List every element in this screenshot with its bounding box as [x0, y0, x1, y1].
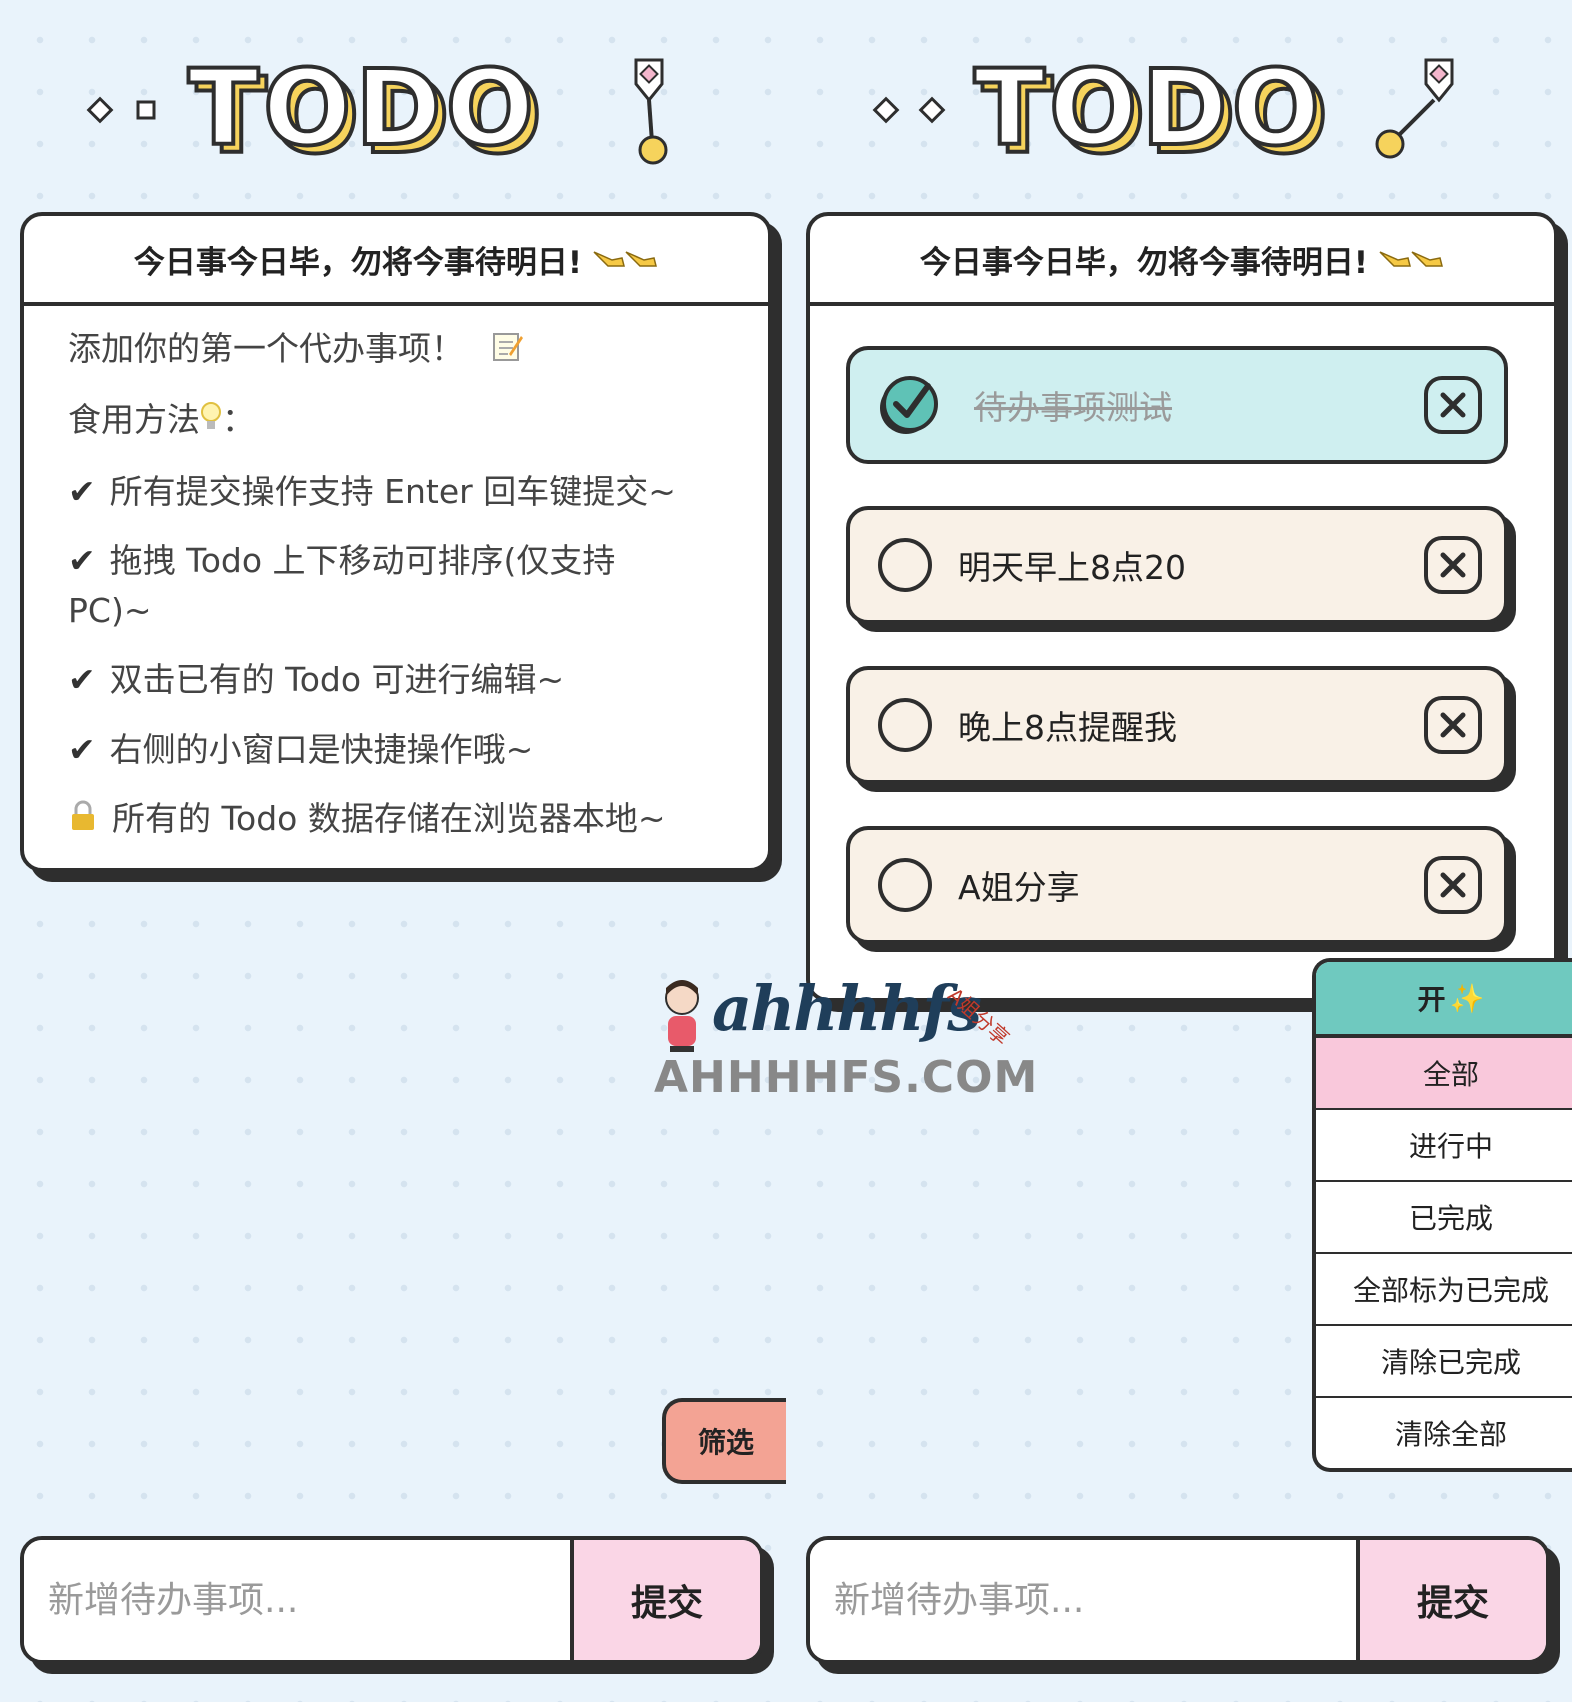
memo-icon: [491, 326, 523, 376]
menu-item-clear-all[interactable]: 清除全部: [1316, 1398, 1572, 1468]
todo-checkbox[interactable]: [878, 698, 932, 752]
delete-button[interactable]: [1424, 856, 1482, 914]
todo-item[interactable]: 待办事项测试: [846, 346, 1508, 464]
help-item: ✔ 双击已有的 Todo 可进行编辑~: [68, 655, 768, 705]
filter-button[interactable]: 筛选: [662, 1398, 786, 1484]
close-icon: [1440, 872, 1466, 898]
pin-icon: [1375, 58, 1454, 159]
todo-logo-left: TODO TODO: [80, 40, 700, 180]
help-card: 今日事今日毕，勿将今事待明日! 添加你的第一个代办事项！ 食用方法： ✔ 所有提交…: [20, 212, 772, 872]
help-text: 双击已有的 Todo 可进行编辑~: [109, 660, 565, 699]
watermark-site: AHHHHFS.COM: [654, 1052, 1039, 1103]
logo-text: TODO: [188, 47, 538, 169]
pointing-hand-icon: [1378, 246, 1444, 272]
menu-item-completed[interactable]: 已完成: [1316, 1182, 1572, 1254]
todo-text[interactable]: A姐分享: [958, 861, 1424, 909]
new-todo-input[interactable]: [24, 1540, 570, 1660]
delete-button[interactable]: [1424, 696, 1482, 754]
diamond-icon: [918, 96, 946, 124]
submit-button[interactable]: 提交: [1356, 1540, 1546, 1660]
help-list: 添加你的第一个代办事项！ 食用方法： ✔ 所有提交操作支持 Enter 回车键提交…: [24, 306, 768, 845]
help-text: 所有的 Todo 数据存储在浏览器本地~: [112, 799, 666, 838]
new-todo-form-left: 提交: [20, 1536, 764, 1664]
check-icon[interactable]: [874, 370, 948, 440]
menu-toggle[interactable]: 开 ✨: [1316, 962, 1572, 1038]
menu-item-all[interactable]: 全部: [1316, 1038, 1572, 1110]
help-usage: 食用方法：: [68, 395, 768, 446]
help-text: 添加你的第一个代办事项！: [68, 329, 464, 368]
todo-checkbox[interactable]: [878, 858, 932, 912]
help-text: 所有提交操作支持 Enter 回车键提交~: [109, 471, 676, 511]
watermark-script: ahhhhfs: [712, 972, 982, 1045]
pin-icon: [634, 58, 668, 165]
quick-action-menu: 开 ✨ 全部 进行中 已完成 全部标为已完成 清除已完成 清除全部: [1312, 958, 1572, 1472]
help-item: ✔ 所有提交操作支持 Enter 回车键提交~: [68, 467, 768, 517]
delete-button[interactable]: [1424, 536, 1482, 594]
menu-header-label: 开: [1417, 983, 1446, 1016]
help-text: 食用方法: [68, 400, 200, 440]
lock-icon: [68, 796, 98, 846]
check-icon: ✔: [68, 471, 96, 511]
help-text: 右侧的小窗口是快捷操作哦~: [109, 729, 534, 769]
close-icon: [1440, 712, 1466, 738]
todo-logo-right: TODO TODO: [866, 40, 1486, 180]
check-icon: ✔: [68, 660, 96, 699]
todo-card: 今日事今日毕，勿将今事待明日! 待办事项测试 明天早上8点20 晚上8点提醒我 …: [806, 212, 1558, 1002]
todo-item[interactable]: A姐分享: [846, 826, 1508, 944]
todo-text[interactable]: 待办事项测试: [974, 381, 1424, 429]
header-text: 今日事今日毕，勿将今事待明日!: [919, 244, 1369, 281]
new-todo-input[interactable]: [810, 1540, 1356, 1660]
sparkle-icon: ✨: [1449, 981, 1485, 1015]
check-icon: ✔: [68, 729, 96, 769]
help-item: ✔ 右侧的小窗口是快捷操作哦~: [68, 725, 768, 775]
card-header: 今日事今日毕，勿将今事待明日!: [810, 216, 1554, 306]
avatar: [665, 980, 699, 1052]
bulb-icon: [200, 397, 222, 447]
pointing-hand-icon: [592, 246, 658, 272]
new-todo-form-right: 提交: [806, 1536, 1550, 1664]
menu-item-clear-completed[interactable]: 清除已完成: [1316, 1326, 1572, 1398]
card-header: 今日事今日毕，勿将今事待明日!: [24, 216, 768, 306]
help-intro: 添加你的第一个代办事项！: [68, 324, 768, 375]
todo-text[interactable]: 晚上8点提醒我: [958, 701, 1424, 749]
submit-button[interactable]: 提交: [570, 1540, 760, 1660]
check-icon: ✔: [68, 541, 96, 580]
close-icon: [1440, 392, 1466, 418]
todo-item[interactable]: 明天早上8点20: [846, 506, 1508, 624]
square-icon: [136, 100, 156, 120]
help-text: 拖拽 Todo 上下移动可排序(仅支持 PC)~: [68, 541, 616, 630]
header-text: 今日事今日毕，勿将今事待明日!: [133, 244, 583, 281]
logo-text: TODO: [974, 47, 1324, 169]
delete-button[interactable]: [1424, 376, 1482, 434]
todo-checkbox[interactable]: [878, 538, 932, 592]
watermark: ahhhhfs AHHHHFS.COM A姐分享: [652, 972, 1037, 1112]
menu-item-active[interactable]: 进行中: [1316, 1110, 1572, 1182]
todo-text[interactable]: 明天早上8点20: [958, 541, 1424, 589]
menu-item-mark-all-done[interactable]: 全部标为已完成: [1316, 1254, 1572, 1326]
diamond-icon: [872, 96, 900, 124]
todo-item[interactable]: 晚上8点提醒我: [846, 666, 1508, 784]
help-item: ✔ 拖拽 Todo 上下移动可排序(仅支持 PC)~: [68, 536, 688, 635]
help-item: 所有的 Todo 数据存储在浏览器本地~: [68, 794, 768, 845]
diamond-icon: [86, 96, 114, 124]
close-icon: [1440, 552, 1466, 578]
